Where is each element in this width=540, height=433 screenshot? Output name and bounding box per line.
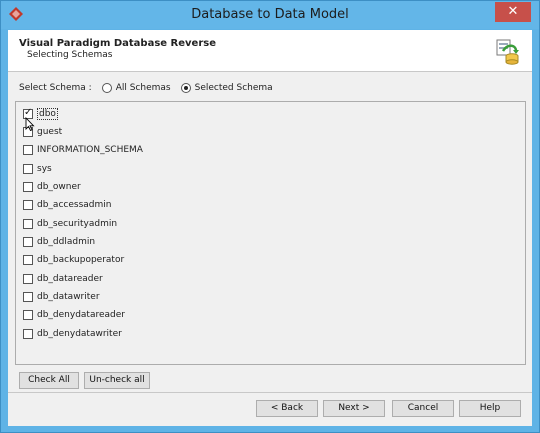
schema-selector: Select Schema : All Schemas Selected Sch…: [19, 81, 273, 95]
radio-label: All Schemas: [115, 83, 171, 93]
schema-checkbox[interactable]: [23, 292, 33, 302]
schema-label: db_datawriter: [37, 292, 100, 302]
schema-item-db-denydatawriter[interactable]: db_denydatawriter: [23, 327, 122, 341]
schema-label: db_accessadmin: [37, 200, 112, 210]
schema-label: db_denydatareader: [37, 310, 125, 320]
back-button[interactable]: < Back: [256, 400, 318, 417]
schema-item-db-ddladmin[interactable]: db_ddladmin: [23, 235, 95, 249]
next-button[interactable]: Next >: [323, 400, 385, 417]
schema-label: db_owner: [37, 182, 81, 192]
schema-item-information-schema[interactable]: INFORMATION_SCHEMA: [23, 143, 143, 157]
check-all-button[interactable]: Check All: [19, 372, 79, 389]
schema-list: dbo guest INFORMATION_SCHEMA sys db_owne…: [15, 101, 526, 365]
radio-all-schemas[interactable]: All Schemas: [101, 83, 171, 93]
uncheck-all-button[interactable]: Un-check all: [84, 372, 150, 389]
schema-label: dbo: [37, 108, 58, 120]
database-wizard-icon: [496, 39, 519, 65]
schema-label: db_datareader: [37, 274, 103, 284]
schema-checkbox[interactable]: [23, 255, 33, 265]
schema-label: db_ddladmin: [37, 237, 96, 247]
schema-checkbox[interactable]: [23, 182, 33, 192]
schema-item-db-denydatareader[interactable]: db_denydatareader: [23, 308, 125, 322]
schema-checkbox[interactable]: [23, 145, 33, 155]
schema-checkbox[interactable]: [23, 329, 33, 339]
wizard-subtitle: Selecting Schemas: [27, 50, 113, 60]
cancel-button[interactable]: Cancel: [392, 400, 454, 417]
dialog-window: Database to Data Model ✕ Visual Paradigm…: [0, 0, 540, 433]
mouse-pointer-icon: [25, 117, 35, 131]
schema-label: INFORMATION_SCHEMA: [37, 145, 143, 155]
window-title: Database to Data Model: [191, 7, 349, 22]
dialog-body: Visual Paradigm Database Reverse Selecti…: [8, 30, 532, 426]
radio-label: Selected Schema: [194, 83, 273, 93]
title-bar[interactable]: Database to Data Model ✕: [1, 1, 539, 29]
wizard-header: Visual Paradigm Database Reverse Selecti…: [8, 30, 532, 72]
schema-checkbox[interactable]: [23, 274, 33, 284]
schema-label: db_denydatawriter: [37, 329, 122, 339]
schema-item-db-accessadmin[interactable]: db_accessadmin: [23, 198, 111, 212]
schema-label: Select Schema :: [19, 83, 92, 93]
radio-circle[interactable]: [101, 83, 112, 93]
schema-label: db_securityadmin: [37, 219, 118, 229]
schema-item-db-securityadmin[interactable]: db_securityadmin: [23, 217, 117, 231]
schema-item-sys[interactable]: sys: [23, 162, 52, 176]
radio-circle[interactable]: [180, 83, 191, 93]
radio-selected-schema[interactable]: Selected Schema: [180, 83, 273, 93]
wizard-title: Visual Paradigm Database Reverse: [19, 38, 217, 49]
schema-item-db-owner[interactable]: db_owner: [23, 180, 81, 194]
footer-divider: [8, 392, 532, 393]
help-button[interactable]: Help: [459, 400, 521, 417]
schema-label: sys: [37, 164, 52, 174]
schema-item-db-datareader[interactable]: db_datareader: [23, 272, 103, 286]
schema-label: db_backupoperator: [37, 255, 125, 265]
schema-item-db-datawriter[interactable]: db_datawriter: [23, 290, 100, 304]
schema-checkbox[interactable]: [23, 219, 33, 229]
schema-label: guest: [37, 127, 63, 137]
schema-checkbox[interactable]: [23, 164, 33, 174]
close-button[interactable]: ✕: [495, 2, 531, 22]
schema-checkbox[interactable]: [23, 237, 33, 247]
schema-checkbox[interactable]: [23, 200, 33, 210]
schema-checkbox[interactable]: [23, 310, 33, 320]
schema-item-db-backupoperator[interactable]: db_backupoperator: [23, 253, 124, 267]
